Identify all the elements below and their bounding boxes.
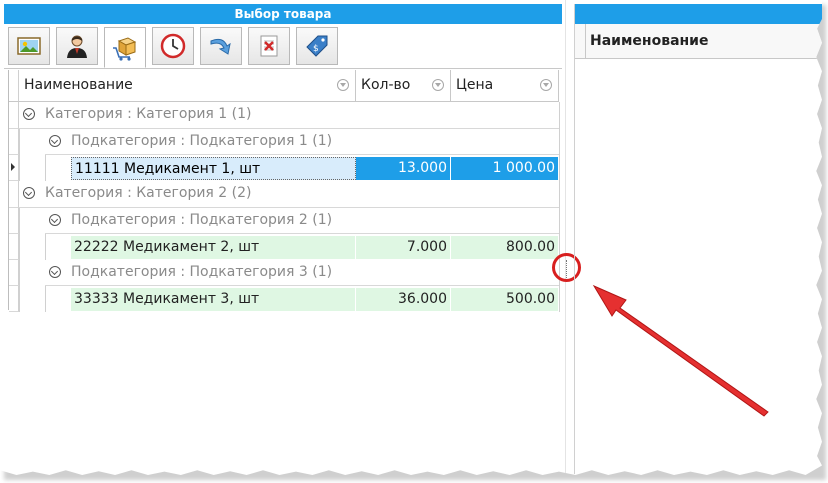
box-cart-icon: [113, 36, 137, 61]
subgroup-row[interactable]: Подкатегория : Подкатегория 3 (1): [45, 260, 559, 286]
current-row-arrow-icon: [11, 163, 15, 171]
collapse-icon[interactable]: [49, 214, 61, 226]
subgroup-row[interactable]: Подкатегория : Подкатегория 1 (1): [45, 129, 559, 155]
screenshot-sheet: Выбор товара $ Наименование Кол-во Цена …: [0, 0, 822, 475]
image-tab-button[interactable]: [8, 27, 50, 65]
collapse-icon[interactable]: [49, 266, 61, 278]
row-indicator: [9, 181, 19, 208]
delete-tab-button[interactable]: [248, 27, 290, 65]
group-row[interactable]: Категория : Категория 1 (1): [19, 102, 559, 129]
group-label: Категория : Категория 1 (1): [45, 106, 252, 122]
tree-guide: [45, 155, 46, 181]
cell-qty[interactable]: 13.000: [356, 157, 451, 180]
right-column-header[interactable]: Наименование: [575, 24, 822, 59]
svg-text:$: $: [313, 44, 319, 54]
user-tab-button[interactable]: [56, 27, 98, 65]
products-tab-button[interactable]: [104, 27, 146, 68]
column-header-price[interactable]: Цена: [451, 70, 559, 102]
price-tab-button[interactable]: $: [296, 27, 338, 65]
row-indicator: [9, 102, 19, 129]
image-icon: [17, 37, 41, 55]
row-indicator: [9, 129, 19, 155]
price-tag-icon: $: [306, 35, 328, 57]
row-indicator: [9, 286, 19, 312]
column-header-label: Цена: [456, 77, 494, 93]
panel-title: Выбор товара: [4, 4, 562, 24]
filter-icon[interactable]: [540, 79, 552, 91]
tree-guide: [45, 286, 46, 312]
tree-guide: [45, 234, 46, 260]
collapse-icon[interactable]: [23, 108, 35, 120]
history-tab-button[interactable]: [152, 27, 194, 65]
header-indicator: [575, 24, 586, 58]
row-indicator: [9, 260, 19, 286]
tree-guide: [19, 208, 20, 312]
panel-divider: [565, 0, 566, 475]
filter-icon[interactable]: [337, 79, 349, 91]
cell-name[interactable]: 33333 Медикамент 3, шт: [71, 288, 356, 311]
table-row[interactable]: 22222 Медикамент 2, шт 7.000 800.00: [71, 236, 559, 262]
subgroup-label: Подкатегория : Подкатегория 3 (1): [71, 264, 333, 280]
cell-qty[interactable]: 7.000: [356, 236, 451, 259]
group-row[interactable]: Категория : Категория 2 (2): [19, 181, 559, 208]
redo-arrow-icon: [210, 38, 231, 55]
column-header-qty[interactable]: Кол-во: [356, 70, 451, 102]
filter-icon[interactable]: [432, 79, 444, 91]
products-grid: Наименование Кол-во Цена Категория : Кат…: [8, 70, 563, 312]
user-icon: [67, 35, 87, 58]
cell-price[interactable]: 800.00: [451, 236, 559, 259]
column-header-label: Наименование: [590, 33, 709, 49]
delete-list-icon: [260, 35, 278, 57]
right-panel-title-bar: [575, 4, 822, 24]
cell-name[interactable]: 22222 Медикамент 2, шт: [71, 236, 356, 259]
redo-tab-button[interactable]: [200, 27, 242, 65]
subgroup-label: Подкатегория : Подкатегория 2 (1): [71, 212, 333, 228]
subgroup-row[interactable]: Подкатегория : Подкатегория 2 (1): [45, 208, 559, 234]
group-label: Категория : Категория 2 (2): [45, 185, 252, 201]
tree-guide: [19, 129, 20, 181]
table-row[interactable]: 33333 Медикамент 3, шт 36.000 500.00: [71, 288, 559, 314]
cell-price[interactable]: 1 000.00: [451, 157, 559, 180]
row-indicator: [9, 208, 19, 234]
subgroup-label: Подкатегория : Подкатегория 1 (1): [71, 133, 333, 149]
cell-qty[interactable]: 36.000: [356, 288, 451, 311]
product-selection-panel: Выбор товара $ Наименование Кол-во Цена …: [4, 4, 562, 474]
row-indicator: [9, 234, 19, 260]
column-header-label: Наименование: [24, 77, 133, 93]
column-header-label: Кол-во: [361, 77, 411, 93]
collapse-icon[interactable]: [49, 135, 61, 147]
header-indicator: [9, 70, 19, 102]
cell-name[interactable]: 11111 Медикамент 1, шт: [71, 157, 356, 180]
cell-price[interactable]: 500.00: [451, 288, 559, 311]
row-indicator: [9, 155, 19, 181]
clock-icon: [160, 33, 186, 59]
right-panel: Наименование: [574, 4, 822, 474]
table-row[interactable]: 11111 Медикамент 1, шт 13.000 1 000.00: [71, 157, 559, 183]
toolbar: $: [4, 24, 562, 69]
collapse-icon[interactable]: [23, 187, 35, 199]
column-header-name[interactable]: Наименование: [19, 70, 356, 102]
